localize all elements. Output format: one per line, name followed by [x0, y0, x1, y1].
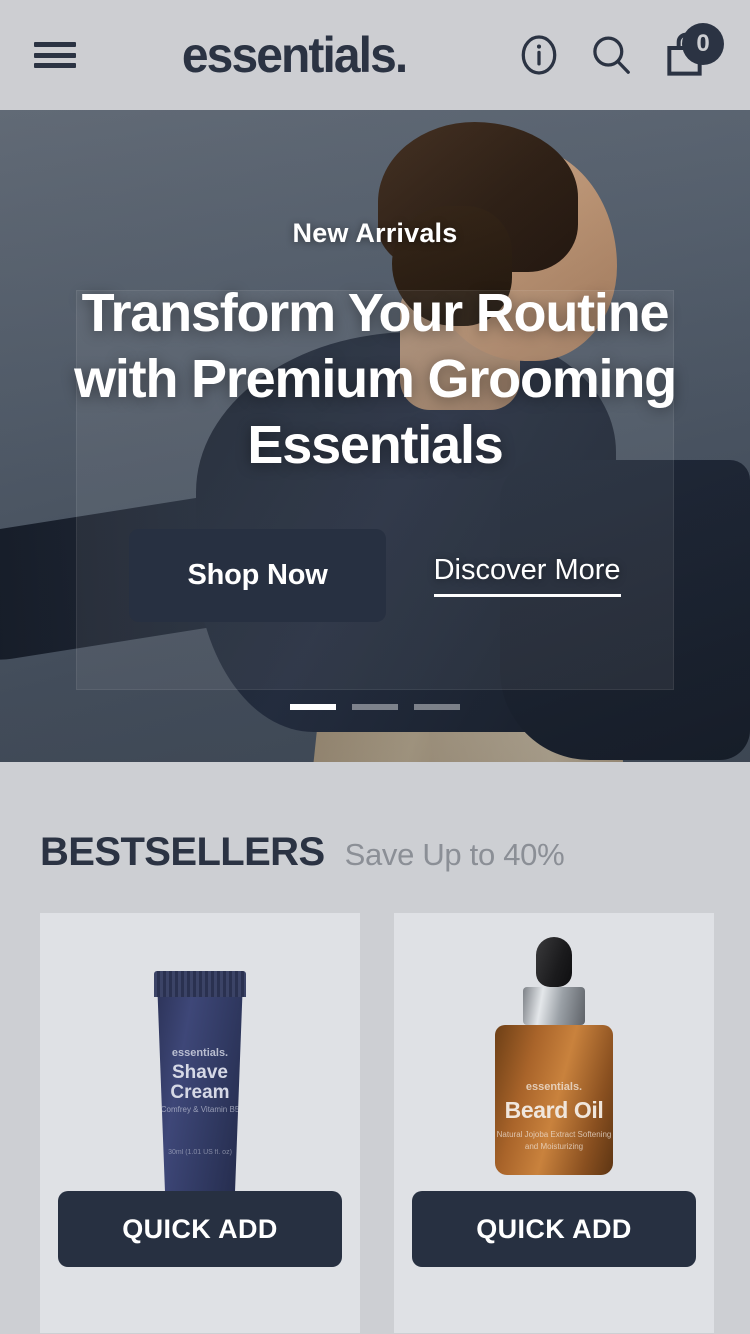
quick-add-button[interactable]: QUICK ADD — [58, 1191, 342, 1267]
bottle-body: essentials. Beard Oil Natural Jojoba Ext… — [495, 1025, 613, 1175]
header-actions: 0 — [516, 23, 724, 83]
hero-cta-group: Shop Now Discover More — [129, 528, 621, 622]
carousel-dot-1[interactable] — [290, 704, 336, 710]
site-logo[interactable]: essentials. — [85, 30, 507, 80]
product-description-label: Comfrey & Vitamin B5 — [160, 1105, 240, 1114]
carousel-dot-2[interactable] — [352, 704, 398, 710]
product-image-shave-cream: essentials. Shave Cream Comfrey & Vitami… — [40, 913, 360, 1333]
dropper-collar — [523, 987, 585, 1025]
beard-oil-bottle: essentials. Beard Oil Natural Jojoba Ext… — [494, 937, 614, 1175]
quick-add-button[interactable]: QUICK ADD — [412, 1191, 696, 1267]
shave-cream-tube: essentials. Shave Cream Comfrey & Vitami… — [154, 971, 246, 1227]
product-name-label: Shave Cream — [170, 1062, 230, 1103]
hero-carousel[interactable]: New Arrivals Transform Your Routine with… — [0, 110, 750, 762]
product-image-beard-oil: essentials. Beard Oil Natural Jojoba Ext… — [394, 913, 714, 1333]
shop-now-button[interactable]: Shop Now — [129, 528, 386, 622]
product-card[interactable]: essentials. Beard Oil Natural Jojoba Ext… — [394, 913, 714, 1333]
tube-body: essentials. Shave Cream Comfrey & Vitami… — [157, 997, 243, 1193]
carousel-dot-3[interactable] — [414, 704, 460, 710]
hero-eyebrow: New Arrivals — [292, 218, 458, 248]
product-description-label: Natural Jojoba Extract Softening and Moi… — [496, 1130, 612, 1151]
product-name-label: Beard Oil — [504, 1097, 604, 1123]
carousel-pagination — [0, 704, 750, 710]
search-icon[interactable] — [588, 32, 634, 78]
dropper-bulb — [536, 937, 572, 987]
hero-content: New Arrivals Transform Your Routine with… — [0, 110, 750, 762]
site-header: essentials. 0 — [0, 0, 750, 110]
bestsellers-section: BESTSELLERS Save Up to 40% essentials. S… — [0, 762, 750, 1333]
hamburger-menu-icon[interactable] — [34, 38, 76, 72]
hamburger-bar — [34, 42, 76, 47]
discover-more-link[interactable]: Discover More — [433, 554, 621, 597]
hamburger-bar — [34, 63, 76, 68]
product-brand-label: essentials. — [171, 1047, 229, 1059]
section-title: BESTSELLERS — [40, 830, 325, 874]
product-size-label: 30ml (1.01 US fl. oz) — [168, 1149, 232, 1156]
cart-icon[interactable]: 0 — [660, 23, 724, 83]
tube-crimp — [154, 971, 246, 997]
product-card[interactable]: essentials. Shave Cream Comfrey & Vitami… — [40, 913, 360, 1333]
cart-count-badge: 0 — [682, 23, 724, 65]
section-subtitle: Save Up to 40% — [344, 837, 565, 872]
hamburger-bar — [34, 52, 76, 58]
product-brand-label: essentials. — [525, 1081, 583, 1093]
hero-title: Transform Your Routine with Premium Groo… — [74, 283, 677, 475]
bestsellers-header: BESTSELLERS Save Up to 40% — [40, 762, 710, 913]
info-icon[interactable] — [516, 32, 562, 78]
mobile-storefront-page: essentials. 0 New Arrivals Transform You… — [0, 0, 750, 1334]
product-grid: essentials. Shave Cream Comfrey & Vitami… — [40, 913, 714, 1333]
